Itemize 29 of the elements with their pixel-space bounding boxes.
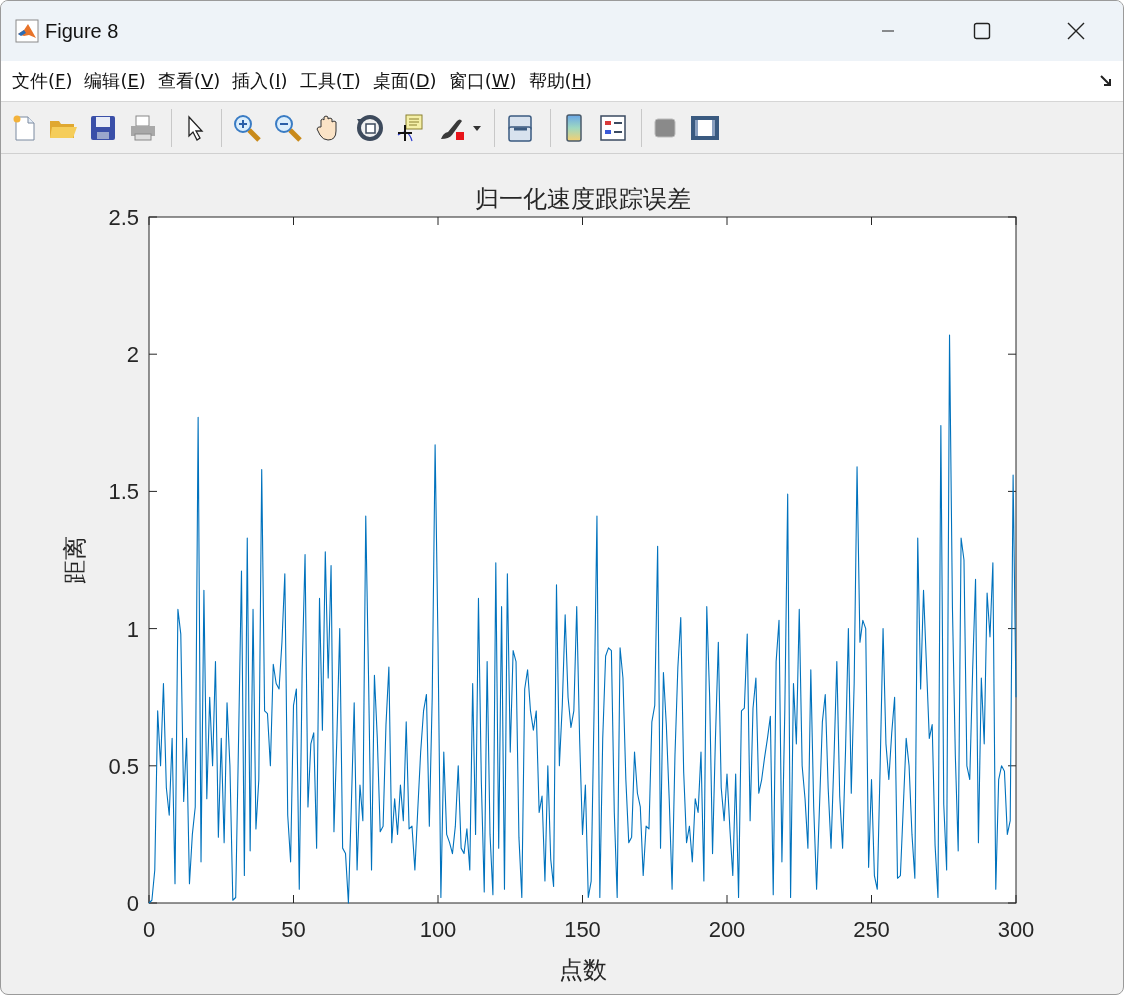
- x-axis-label: 点数: [558, 956, 607, 984]
- tick-label: 0.5: [108, 753, 139, 779]
- tick-label: 200: [708, 917, 746, 942]
- window-title: Figure 8: [45, 19, 119, 43]
- y-axis-label: 距离: [61, 536, 89, 584]
- menu-item[interactable]: 窗口(W): [443, 67, 522, 95]
- tick-label: 2: [126, 342, 139, 368]
- tick-label: 2.5: [108, 205, 139, 230]
- menu-item[interactable]: 查看(V): [152, 67, 226, 95]
- chart-title: 归一化速度跟踪误差: [474, 185, 691, 213]
- menu-item[interactable]: 帮助(H): [523, 67, 598, 95]
- tick-label: 150: [564, 917, 601, 942]
- tick-label: 0: [126, 891, 139, 916]
- close-icon: [1067, 22, 1085, 40]
- tick-label: 100: [419, 917, 457, 942]
- tick-label: 1: [126, 616, 139, 642]
- menu-item[interactable]: 工具(T): [294, 67, 366, 95]
- maximize-icon: [973, 22, 991, 40]
- tick-label: 1.5: [108, 479, 139, 505]
- dock-arrow-icon[interactable]: [1099, 74, 1113, 88]
- tick-label: 50: [281, 917, 306, 942]
- app-logo-icon: [15, 19, 39, 43]
- tick-label: 300: [997, 917, 1035, 942]
- tick-label: 0: [142, 917, 156, 942]
- menu-item[interactable]: 文件(F): [7, 67, 78, 95]
- tick-label: 250: [853, 917, 890, 942]
- menu-item[interactable]: 插入(I): [227, 67, 293, 95]
- menu-item[interactable]: 桌面(D): [367, 67, 442, 95]
- menu-item[interactable]: 编辑(E): [79, 67, 151, 95]
